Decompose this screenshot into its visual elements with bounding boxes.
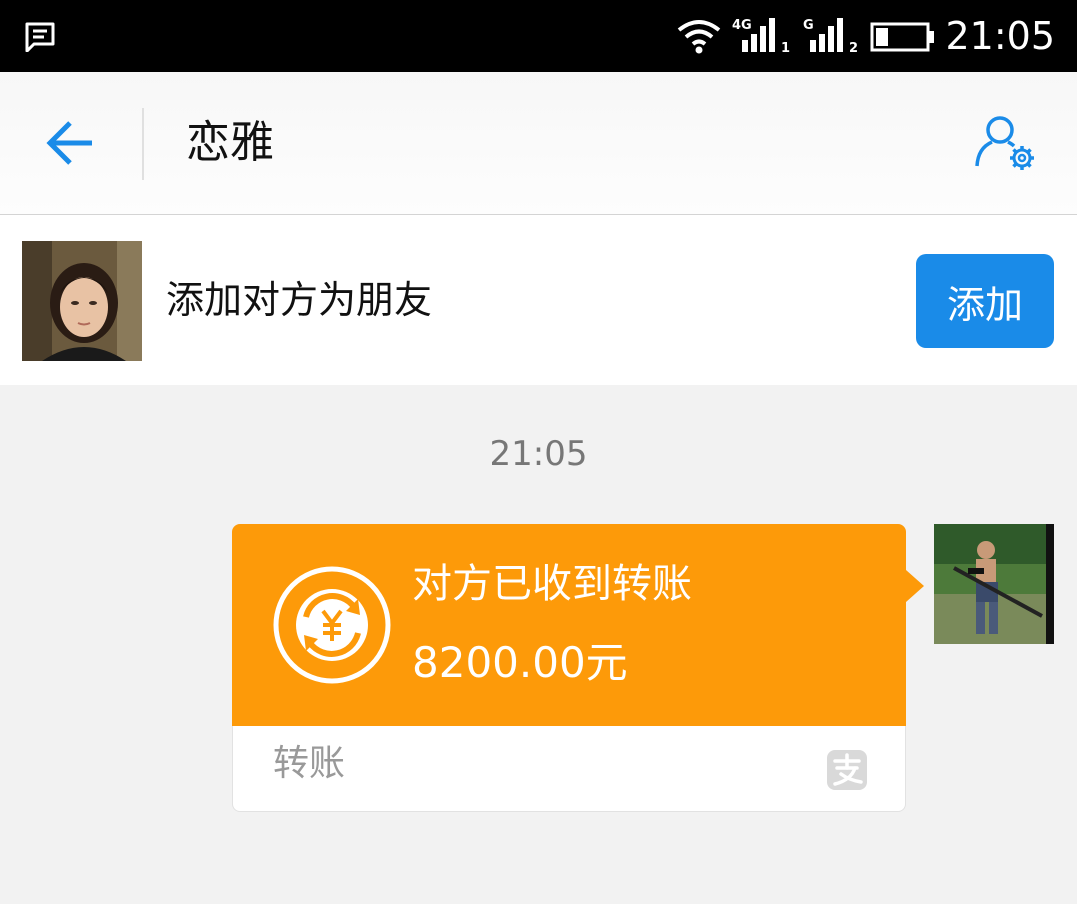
transfer-kind-label: 转账 [273, 743, 346, 784]
transfer-amount: 8200.00元 [412, 638, 628, 687]
user-settings-icon[interactable] [972, 114, 1040, 176]
chat-title: 恋雅 [186, 117, 274, 168]
alipay-icon [827, 750, 867, 790]
yuan-refresh-icon [273, 566, 391, 684]
arrow-left-icon[interactable] [46, 118, 96, 168]
status-bar: 4G 1 G 2 21:05 [0, 0, 1077, 72]
header-divider [142, 108, 144, 180]
message-icon [25, 22, 55, 52]
sim-slot-label: 2 [849, 41, 858, 56]
wifi-icon [677, 20, 721, 54]
sim-slot-label: 1 [781, 41, 790, 56]
transfer-card-header: 对方已收到转账 8200.00元 [232, 524, 906, 726]
status-clock: 21:05 [945, 14, 1055, 58]
contact-avatar[interactable] [22, 241, 142, 361]
message-timestamp: 21:05 [489, 434, 588, 474]
transfer-card-footer: 转账 [232, 726, 906, 812]
add-friend-button[interactable]: 添加 [916, 254, 1054, 348]
network-type-label: 4G [732, 18, 752, 33]
transfer-status: 对方已收到转账 [412, 561, 692, 607]
network-type-label: G [803, 18, 814, 33]
battery-icon [870, 22, 934, 52]
self-avatar[interactable] [934, 524, 1054, 644]
signal-icon: 4G 1 [732, 18, 790, 56]
transfer-card[interactable]: 对方已收到转账 8200.00元 转账 [232, 524, 924, 812]
bubble-tail [906, 570, 924, 602]
chat-header: 恋雅 [0, 72, 1077, 215]
signal-icon: G 2 [803, 18, 858, 56]
add-friend-bar: 添加对方为朋友 添加 [0, 215, 1077, 385]
add-friend-prompt: 添加对方为朋友 [166, 278, 433, 322]
